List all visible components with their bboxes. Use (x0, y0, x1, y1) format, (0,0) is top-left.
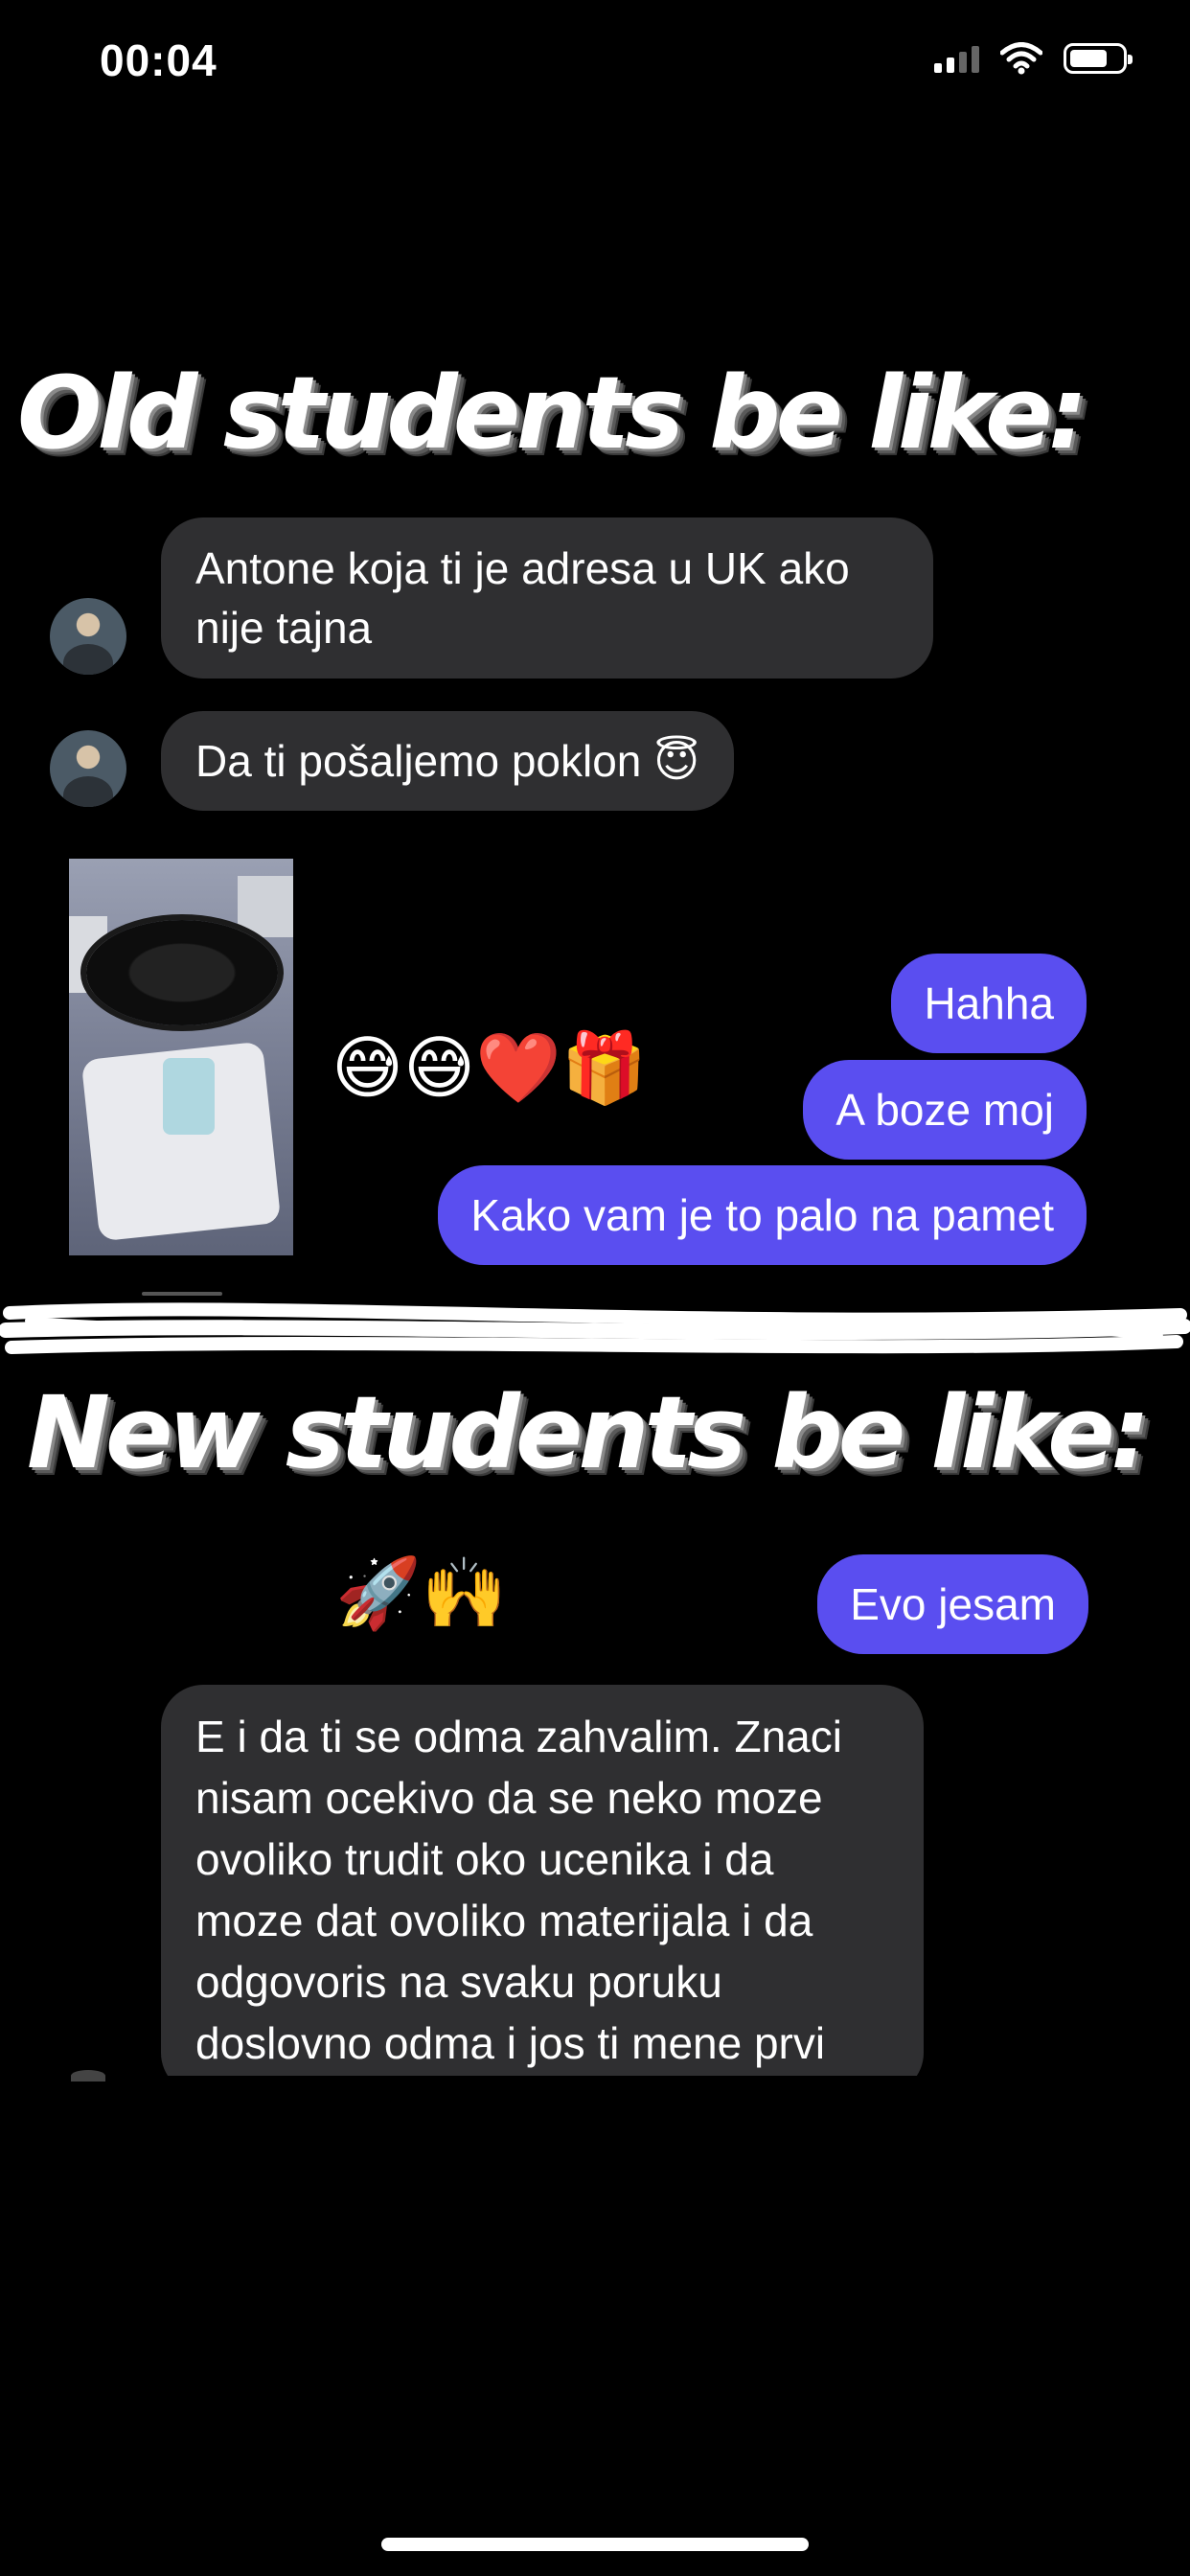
avatar[interactable] (50, 598, 126, 675)
signal-icon (934, 44, 979, 73)
incoming-message[interactable]: E i da ti se odma zahvalim. Znaci nisam … (161, 1685, 924, 2076)
incoming-message[interactable]: Antone koja ti je adresa u UK ako nije t… (161, 518, 933, 678)
meme-heading-old: Old students be like: (17, 355, 1087, 472)
outgoing-message[interactable]: Evo jesam (817, 1554, 1088, 1654)
outgoing-message[interactable]: Kako vam je to palo na pamet (438, 1165, 1087, 1265)
outgoing-message[interactable]: Hahha (891, 954, 1087, 1053)
outgoing-message[interactable]: A boze moj (803, 1060, 1087, 1160)
scribble-divider (0, 1302, 1190, 1354)
incoming-message[interactable]: Da ti pošaljemo poklon 😇 (161, 711, 735, 811)
photo-attachment[interactable] (69, 859, 293, 1255)
wifi-icon (1000, 42, 1042, 75)
avatar (71, 2070, 105, 2082)
battery-icon (1064, 43, 1133, 74)
emoji-reactions: 😅😅❤️🎁 (332, 1030, 648, 1107)
avatar[interactable] (50, 730, 126, 807)
status-icons (934, 42, 1133, 75)
meme-heading-new: New students be like: (27, 1374, 1150, 1491)
incoming-message-clip: E i da ti se odma zahvalim. Znaci nisam … (161, 1685, 924, 2076)
status-time: 00:04 (100, 35, 217, 85)
emoji-reactions: 🚀🙌 (335, 1555, 508, 1632)
home-indicator[interactable] (381, 2538, 809, 2551)
